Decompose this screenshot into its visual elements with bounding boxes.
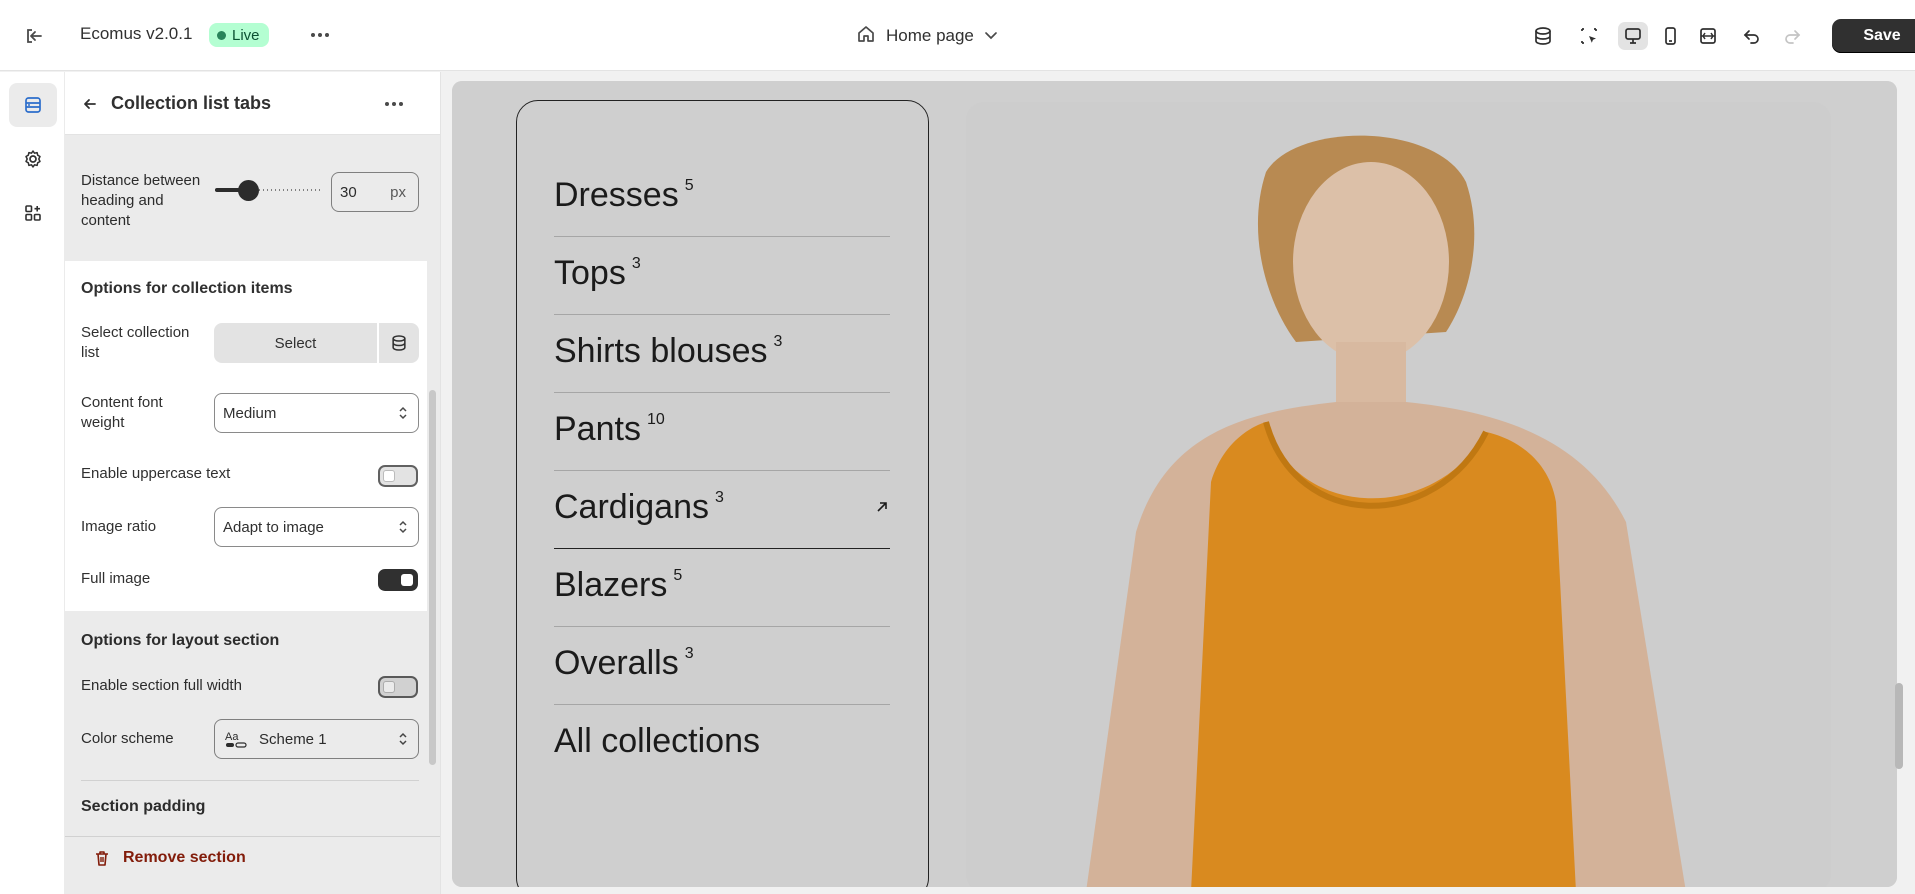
collection-row[interactable]: Tops 3 [554,237,890,315]
collection-image [966,102,1831,887]
dim-overlay [65,135,440,261]
full-image-toggle[interactable] [378,569,418,591]
collection-row[interactable]: Overalls 3 [554,627,890,705]
content-font-weight-value: Medium [223,404,277,422]
collection-row[interactable]: Pants 10 [554,393,890,471]
collection-items-options [65,261,427,611]
chevron-down-icon [984,26,998,46]
redo-icon[interactable] [1777,22,1807,50]
preview-scrollbar[interactable] [1895,683,1903,769]
save-button[interactable]: Save [1832,19,1915,53]
desktop-icon[interactable] [1618,22,1648,50]
dim-overlay [65,611,440,894]
collection-row-active[interactable]: Cardigans 3 [554,471,890,549]
select-element-icon[interactable] [1574,22,1604,50]
undo-icon[interactable] [1737,22,1767,50]
panel-header: Collection list tabs [65,72,440,135]
collection-row[interactable]: Shirts blouses 3 [554,315,890,393]
arrow-up-right-icon [877,502,887,512]
collection-name: All collections [554,722,760,760]
collection-name: Overalls 3 [554,644,694,682]
gear-icon[interactable] [9,137,57,181]
left-rail [0,72,65,894]
preview-canvas: Dresses 5 Tops 3 Shirts blouses 3 Pants 10 C… [452,81,1897,887]
fullwidth-icon[interactable] [1693,22,1723,50]
mobile-icon[interactable] [1655,22,1685,50]
collection-name: Shirts blouses 3 [554,332,783,370]
page-selector[interactable]: Home page [856,22,998,50]
select-collection-label: Select collection list [81,324,190,361]
collection-name: Dresses 5 [554,176,694,214]
collection-name: Blazers 5 [554,566,683,604]
full-image-toggle-knob [401,574,413,586]
collection-row[interactable]: Dresses 5 [554,159,890,237]
collection-list-card: Dresses 5 Tops 3 Shirts blouses 3 Pants 10 C… [516,100,929,887]
model-photo [966,102,1831,887]
settings-panel: Collection list tabs Distance between he… [65,72,441,894]
live-dot-icon [217,30,226,40]
full-image-label: Full image [81,570,151,587]
live-label: Live [232,26,260,44]
home-icon [856,24,876,49]
database-icon[interactable] [1528,22,1558,50]
live-badge: Live [209,23,269,47]
chevron-updown-icon [399,406,407,420]
content-font-weight-label: Content font weight [81,394,163,431]
options-items-title: Options for collection items [81,280,293,297]
collection-name: Cardigans 3 [554,488,724,526]
image-ratio-label: Image ratio [81,518,157,535]
content-font-weight-select[interactable]: Medium [214,393,419,433]
collection-name: Tops 3 [554,254,641,292]
uppercase-toggle[interactable] [378,465,418,487]
sections-icon[interactable] [9,83,57,127]
collection-name: Pants 10 [554,410,665,448]
image-ratio-select[interactable]: Adapt to image [214,507,419,547]
panel-scrollbar[interactable] [429,390,436,765]
panel-title: Collection list tabs [111,93,272,113]
more-horizontal-icon[interactable] [305,23,335,47]
exit-icon[interactable] [22,24,46,48]
image-ratio-value: Adapt to image [223,518,324,536]
uppercase-label: Enable uppercase text [81,465,231,482]
app-name: Ecomus v2.0.1 [80,24,193,43]
collection-row[interactable]: All collections [554,705,890,783]
more-horizontal-icon[interactable] [380,92,408,116]
uppercase-toggle-knob [383,470,395,482]
back-arrow-icon[interactable] [78,92,102,116]
top-bar: Ecomus v2.0.1 Live Home page Save [0,0,1915,71]
database-icon[interactable] [379,323,419,363]
select-collection-button[interactable]: Select [214,323,377,363]
chevron-updown-icon [399,520,407,534]
page-label: Home page [886,26,974,45]
apps-icon[interactable] [9,191,57,235]
collection-row[interactable]: Blazers 5 [554,549,890,627]
